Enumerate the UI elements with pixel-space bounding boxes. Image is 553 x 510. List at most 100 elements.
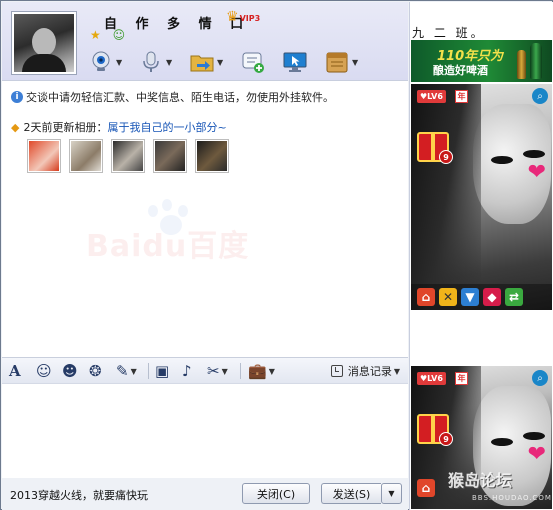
album-thumbnail[interactable] <box>111 139 145 173</box>
album-thumbnails <box>27 139 229 173</box>
send-options-button[interactable]: ▼ <box>381 483 402 504</box>
apps-button[interactable]: ▼ <box>324 48 358 76</box>
winged-heart-icon[interactable]: ❤ <box>528 442 546 467</box>
monitor-cursor-icon <box>282 49 308 75</box>
security-notice: i 交谈中请勿轻信汇款、中奖信息、陌生电话，勿使用外挂软件。 <box>11 89 334 105</box>
album-thumbnail[interactable] <box>195 139 229 173</box>
winged-heart-icon[interactable]: ❤ <box>528 160 546 185</box>
send-file-button[interactable]: ▼ <box>189 48 223 76</box>
frog-icon[interactable]: ☺ <box>113 28 126 42</box>
vip-emoji-button[interactable]: ☻ <box>62 361 78 381</box>
diamond-icon: ◆ <box>11 120 20 134</box>
eye-shape <box>523 150 545 158</box>
magnify-icon[interactable]: ⌕ <box>532 370 548 386</box>
music-note-icon: ♪ <box>182 362 192 380</box>
send-button[interactable]: 发送(S) <box>321 483 381 504</box>
baidu-watermark: Baidu百度 <box>86 229 250 264</box>
eye-shape <box>491 438 513 446</box>
gift-count-badge: 9 <box>439 432 453 446</box>
chevron-down-icon: ▼ <box>393 366 400 376</box>
vip-face-icon: ☻ <box>62 362 78 380</box>
album-thumbnail[interactable] <box>153 139 187 173</box>
screenshot-button[interactable]: ✂ ▼ <box>207 361 228 381</box>
chevron-down-icon[interactable]: ▼ <box>352 58 358 67</box>
font-icon: A <box>9 362 21 380</box>
font-button[interactable]: A <box>9 361 21 381</box>
eye-shape <box>523 432 545 440</box>
image-icon: ▣ <box>155 362 170 380</box>
cross-swords-icon[interactable]: ✕ <box>439 288 457 306</box>
chat-header: 自 作 多 情 口 ♛VIP3 ★ ☺ ▼ ▼ ▼ ▼ <box>2 2 408 80</box>
bottom-bar: 2013穿越火线，就要痛快玩 关闭(C) 发送(S) ▼ <box>2 478 408 510</box>
video-call-button[interactable]: ▼ <box>88 48 122 76</box>
hair-area <box>411 84 481 310</box>
album-thumbnail[interactable] <box>69 139 103 173</box>
chevron-down-icon[interactable]: ▼ <box>269 367 275 376</box>
chevron-down-icon[interactable]: ▼ <box>166 58 172 67</box>
history-icon <box>330 365 343 377</box>
chevron-down-icon[interactable]: ▼ <box>131 367 137 376</box>
ad-line-2: 酿造好啤酒 <box>433 64 488 77</box>
qq-show-photo[interactable]: ♥ LV6 年 ⌕ 9 ❤ ⌂ ✕ ▼ ◆ ⇄ <box>411 84 552 310</box>
thumb-fill <box>113 141 143 171</box>
message-input[interactable] <box>2 384 408 478</box>
level-badge[interactable]: ♥ LV6 <box>417 90 446 103</box>
briefcase-icon: 💼 <box>248 362 267 380</box>
swap-icon[interactable]: ⇄ <box>505 288 523 306</box>
album-title-link[interactable]: 属于我自己的一小部分~ <box>107 119 226 135</box>
album-prefix: 2天前更新相册： <box>23 121 108 134</box>
music-button[interactable]: ♪ <box>182 361 192 381</box>
house-icon[interactable]: ⌂ <box>417 479 435 497</box>
level-badge[interactable]: ♥ LV6 <box>417 372 446 385</box>
chevron-down-icon: ▼ <box>388 489 395 498</box>
thumb-fill <box>29 141 59 171</box>
message-history-button[interactable]: 消息记录 ▼ <box>330 361 400 381</box>
beer-glass-icon <box>517 50 526 79</box>
chevron-down-icon[interactable]: ▼ <box>222 367 228 376</box>
ad-text-link[interactable]: 2013穿越火线，就要痛快玩 <box>10 487 148 503</box>
notice-text: 交谈中请勿轻信汇款、中奖信息、陌生电话，勿使用外挂软件。 <box>26 91 334 104</box>
pencil-icon: ✎ <box>116 362 129 380</box>
year-badge[interactable]: 年 <box>455 90 468 103</box>
emoji-button[interactable]: ☺ <box>36 361 52 381</box>
close-button[interactable]: 关闭(C) <box>242 483 310 504</box>
avatar[interactable] <box>11 11 77 75</box>
create-discussion-button[interactable] <box>240 48 266 76</box>
chat-list-plus-icon <box>240 49 266 75</box>
webcam-icon <box>88 49 114 75</box>
show-action-bar: ⌂ ✕ ▼ ◆ ⇄ <box>411 284 552 310</box>
voice-call-button[interactable]: ▼ <box>138 48 172 76</box>
toolbar-divider <box>148 363 149 379</box>
crown-icon: ♛ <box>226 9 239 25</box>
magnify-icon[interactable]: ⌕ <box>532 88 548 104</box>
thumb-fill <box>155 141 185 171</box>
chevron-down-icon[interactable]: ▼ <box>116 58 122 67</box>
year-badge[interactable]: 年 <box>455 372 468 385</box>
thumb-fill <box>71 141 101 171</box>
input-toolbar: A ☺ ☻ ❂ ✎ ▼ ▣ ♪ ✂ ▼ 💼 ▼ 消息记录 ▼ <box>2 357 408 384</box>
star-icon[interactable]: ★ <box>90 28 101 42</box>
house-icon[interactable]: ⌂ <box>417 288 435 306</box>
send-image-button[interactable]: ▣ <box>155 361 169 381</box>
magic-emoji-button[interactable]: ❂ <box>89 361 102 381</box>
gift-count-badge: 9 <box>439 150 453 164</box>
eye-shape <box>491 156 513 164</box>
scissors-icon: ✂ <box>207 362 220 380</box>
gem-icon[interactable]: ◆ <box>483 288 501 306</box>
beer-ad-banner[interactable]: 110年只为 酿造好啤酒 <box>411 40 552 82</box>
vip-badge[interactable]: ♛VIP3 <box>226 9 260 25</box>
microphone-icon <box>138 49 164 75</box>
status-icons: ★ ☺ <box>90 28 133 42</box>
chevron-down-icon[interactable]: ▼ <box>217 58 223 67</box>
friend-signature: 九 二 班。 <box>412 26 486 40</box>
smiley-icon: ☺ <box>36 362 52 380</box>
briefcase-button[interactable]: 💼 ▼ <box>248 361 275 381</box>
message-area[interactable]: i 交谈中请勿轻信汇款、中奖信息、陌生电话，勿使用外挂软件。 ◆ 2天前更新相册… <box>2 80 408 357</box>
remote-assist-button[interactable] <box>282 48 308 76</box>
shirt-icon[interactable]: ▼ <box>461 288 479 306</box>
chat-window: ▁ □ ✕ 自 作 多 情 口 ♛VIP3 ★ ☺ ▼ ▼ <box>0 0 553 510</box>
album-update: ◆ 2天前更新相册： 属于我自己的一小部分~ <box>11 119 227 135</box>
album-thumbnail[interactable] <box>27 139 61 173</box>
info-icon: i <box>11 91 23 103</box>
doodle-button[interactable]: ✎ ▼ <box>116 361 137 381</box>
